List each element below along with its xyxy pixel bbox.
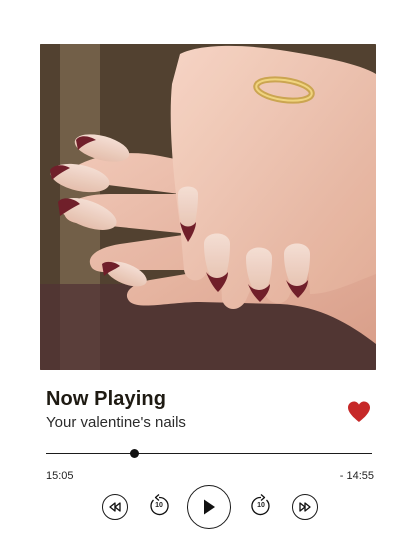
rewind-button[interactable] <box>102 494 128 520</box>
play-icon <box>201 498 217 516</box>
remaining-time: - 14:55 <box>339 470 374 482</box>
skip-forward-seconds: 10 <box>257 502 265 509</box>
fast-forward-button[interactable] <box>292 494 318 520</box>
forward-10-icon <box>248 494 274 524</box>
heart-icon[interactable] <box>346 400 372 424</box>
play-button[interactable] <box>187 485 231 529</box>
skip-back-seconds: 10 <box>155 502 163 509</box>
now-playing-title: Now Playing <box>46 388 167 410</box>
fast-forward-icon <box>298 502 312 512</box>
skip-back-button[interactable]: 10 <box>146 492 172 520</box>
skip-forward-button[interactable]: 10 <box>248 492 274 520</box>
replay-10-icon <box>146 494 172 524</box>
track-subtitle: Your valentine's nails <box>46 414 186 431</box>
progress-knob[interactable] <box>129 449 139 458</box>
rewind-icon <box>108 502 122 512</box>
elapsed-time: 15:05 <box>46 470 74 482</box>
progress-track[interactable] <box>46 453 372 454</box>
album-cover-photo <box>40 44 376 370</box>
